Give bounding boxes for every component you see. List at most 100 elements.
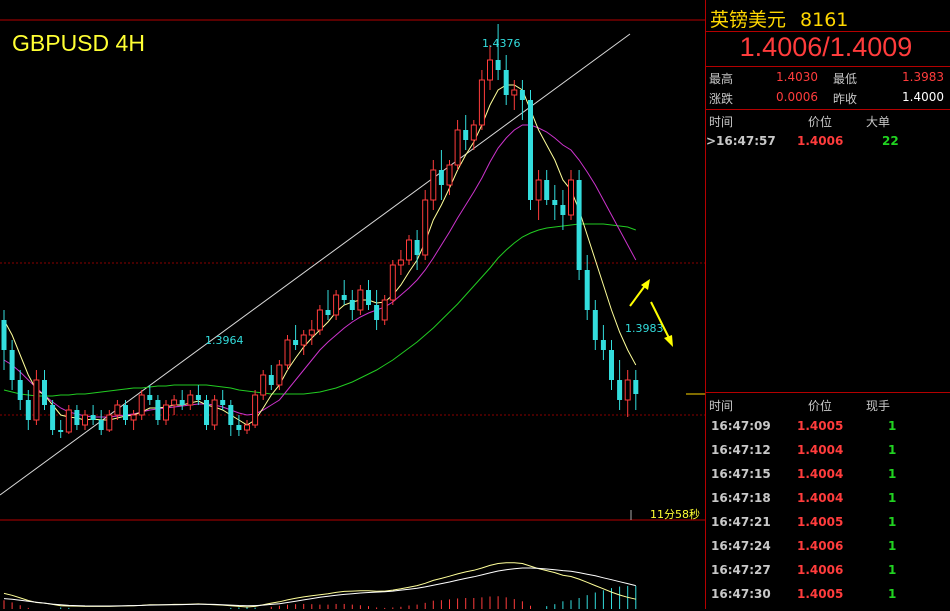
candle-body (42, 380, 47, 405)
tick-price: 1.4005 (797, 515, 844, 529)
ma-mid-line (3, 124, 637, 418)
symbol-header: 英镑美元 8161 (710, 5, 848, 32)
tick-volume: 1 (888, 563, 897, 577)
candle-body (211, 399, 218, 426)
candle-body (204, 400, 209, 425)
candle-body (33, 379, 40, 421)
tick-price: 1.4006 (797, 563, 844, 577)
tick-price: 1.4006 (797, 539, 844, 553)
tick-row[interactable]: 16:47:24 1.4006 1 (706, 539, 946, 563)
prev-close-label: 昨收 (833, 92, 858, 106)
tick-row[interactable]: 16:47:12 1.4004 1 (706, 443, 946, 467)
candle-body (65, 409, 72, 433)
big-orders-header-price: 价位 (808, 115, 833, 129)
candle-body (381, 299, 388, 321)
candle-body (438, 170, 444, 185)
candle-body (463, 130, 469, 140)
candle-body (284, 339, 291, 366)
candle-body (276, 364, 283, 386)
tick-volume: 1 (888, 419, 897, 433)
tick-row[interactable]: 16:47:21 1.4005 1 (706, 515, 946, 539)
tick-price: 1.4004 (797, 443, 844, 457)
candle-body (592, 310, 598, 340)
tick-volume: 1 (888, 443, 897, 457)
indicator-line-fast (3, 562, 636, 608)
candle-body (300, 334, 307, 346)
candle-body (535, 179, 542, 201)
low-value: 1.3983 (902, 70, 944, 84)
candle-body (179, 400, 185, 405)
tick-time: 16:47:27 (711, 563, 771, 577)
tick-time: 16:47:30 (711, 587, 771, 601)
big-order-time: >16:47:57 (706, 134, 776, 148)
candle-body (568, 179, 574, 216)
candle-body (414, 240, 420, 255)
candle-body (260, 374, 267, 396)
ticks-header-volume: 现手 (866, 399, 891, 413)
candle-body (236, 425, 242, 430)
candle-body (90, 415, 96, 420)
candle-body (25, 400, 31, 420)
candle-body (147, 395, 153, 400)
candle-body (268, 375, 274, 385)
candle-body (195, 395, 201, 400)
tick-price: 1.4004 (797, 467, 844, 481)
candle-body (58, 430, 64, 432)
candle-body (584, 270, 590, 310)
candle-body (454, 129, 461, 166)
candle-body (528, 100, 533, 200)
candle-body (576, 180, 582, 270)
divider (706, 392, 950, 393)
recent-low-label: 1.3983 (625, 322, 664, 335)
candle-body (17, 380, 23, 400)
candle-body (325, 310, 331, 315)
candle-body (252, 394, 259, 426)
candle-body (82, 414, 88, 426)
candle-body (163, 404, 169, 421)
bar-countdown: 11分58秒 (650, 508, 700, 521)
candle-body (422, 199, 429, 256)
candle-body (544, 180, 550, 200)
tick-row[interactable]: 16:47:30 1.4005 1 (706, 587, 946, 611)
candle-body (1, 320, 7, 350)
candle-body (9, 350, 15, 380)
quote-panel: 英镑美元 8161 1.4006/1.4009 最高 1.4030 最低 1.39… (705, 0, 950, 609)
candle-body (406, 239, 412, 261)
candle-body (617, 380, 623, 400)
tick-time: 16:47:15 (711, 467, 771, 481)
big-order-price: 1.4006 (797, 134, 844, 148)
candle-body (98, 420, 104, 430)
divider (706, 109, 950, 110)
high-label: 最高 (709, 72, 734, 86)
big-order-row[interactable]: >16:47:57 1.4006 22 (706, 134, 946, 158)
chart-title: GBPUSD 4H (12, 30, 145, 56)
tick-time: 16:47:21 (711, 515, 771, 529)
tick-row[interactable]: 16:47:09 1.4005 1 (706, 419, 946, 443)
candle-body (220, 400, 226, 405)
candle-body (333, 294, 340, 316)
candle-body (293, 340, 299, 345)
candle-body (114, 404, 121, 416)
low-label: 最低 (833, 72, 858, 86)
tick-volume: 1 (888, 587, 897, 601)
candle-body (519, 90, 525, 100)
candle-body (244, 424, 250, 431)
candle-body (187, 394, 194, 406)
symbol-name: 英镑美元 (710, 9, 787, 31)
candle-body (470, 124, 477, 141)
tick-row[interactable]: 16:47:18 1.4004 1 (706, 491, 946, 515)
bid-ask-price: 1.4006/1.4009 (739, 32, 913, 62)
high-value: 1.4030 (776, 70, 818, 84)
tick-row[interactable]: 16:47:27 1.4006 1 (706, 563, 946, 587)
tick-volume: 1 (888, 491, 897, 505)
candle-body (374, 305, 380, 320)
tick-time: 16:47:24 (711, 539, 771, 553)
tick-price: 1.4005 (797, 419, 844, 433)
candle-body (624, 379, 631, 401)
candle-body (349, 300, 355, 310)
tick-volume: 1 (888, 467, 897, 481)
candle-body (155, 400, 161, 420)
tick-row[interactable]: 16:47:15 1.4004 1 (706, 467, 946, 491)
price-chart[interactable]: 1.4376 1.3964 1.3983 GBPUSD 4H 11分58秒 (0, 0, 705, 609)
high-price-label: 1.4376 (482, 37, 521, 50)
